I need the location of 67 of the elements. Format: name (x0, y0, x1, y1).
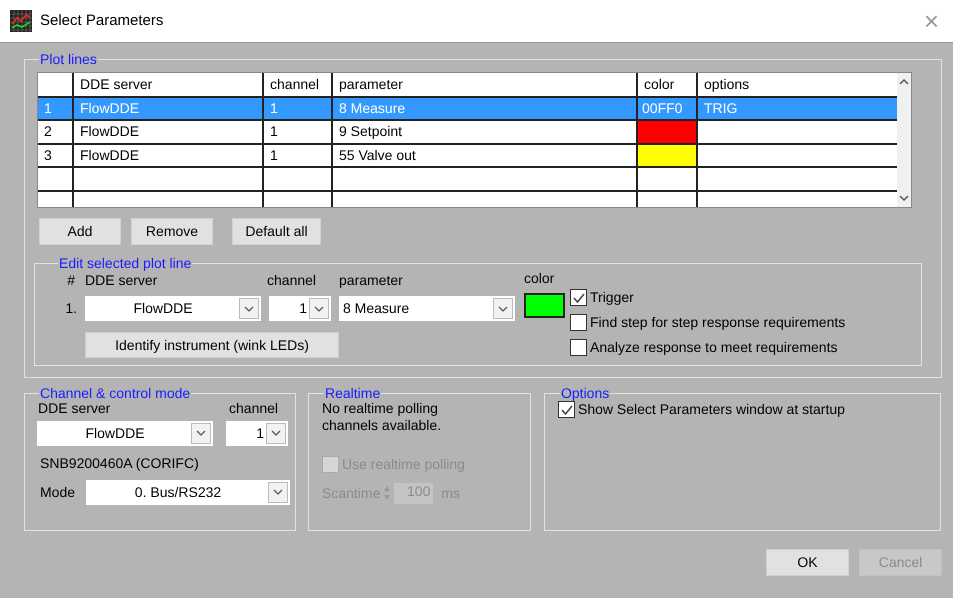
check-icon (572, 292, 584, 302)
table-cell: FlowDDE (73, 144, 263, 167)
group-title: Realtime (324, 386, 382, 400)
scantime-field: 100 (394, 482, 434, 504)
table-cell: 8 Measure (332, 96, 637, 120)
color-swatch[interactable] (524, 292, 565, 318)
spinner-arrows-icon (383, 485, 392, 502)
group-title: Options (560, 386, 610, 400)
server-dropdown[interactable]: FlowDDE (85, 296, 261, 322)
checkbox[interactable] (570, 339, 587, 356)
caret-icon (244, 306, 254, 312)
field-label: parameter (339, 272, 404, 288)
caret-icon (314, 306, 324, 312)
field-label: DDE server (37, 400, 112, 417)
instrument-label: SNB9200460A (CORIFC) (40, 454, 200, 472)
row-number: 1. (64, 300, 77, 318)
checkbox[interactable] (570, 314, 587, 331)
dialog-button: Cancel (859, 549, 942, 576)
table-cell: 1 (263, 144, 332, 167)
group-title: Edit selected plot line (58, 256, 192, 270)
table-cell: FlowDDE (73, 96, 263, 120)
table-row[interactable]: 2 FlowDDE 1 9 Setpoint (38, 120, 897, 144)
caret-icon (196, 430, 206, 436)
scroll-up-icon (899, 79, 909, 85)
channel-dropdown[interactable]: 1 (226, 420, 288, 446)
table-row[interactable]: 3 FlowDDE 1 55 Valve out (38, 144, 897, 167)
checkbox[interactable] (558, 401, 575, 418)
scrollbar[interactable] (897, 73, 911, 207)
field-label: Mode (40, 484, 76, 500)
field-label: channel (228, 400, 280, 417)
checkbox-label: Find step for step response requirements (590, 314, 846, 331)
table-cell: FlowDDE (73, 120, 263, 144)
table-cell: 9 Setpoint (332, 120, 637, 144)
table-cell: 3 (38, 144, 73, 167)
scroll-down-icon (899, 195, 909, 201)
button[interactable]: Remove (131, 218, 213, 245)
checkbox-label: Trigger (590, 289, 634, 306)
button[interactable]: Add (39, 218, 121, 245)
message-text: No realtime polling channels available. (322, 400, 442, 434)
checkbox[interactable] (570, 289, 587, 306)
table-cell: 1 (263, 120, 332, 144)
check-icon (560, 404, 572, 414)
channel-dropdown[interactable]: 1 (269, 296, 331, 322)
mode-dropdown[interactable]: 0. Bus/RS232 (86, 480, 290, 505)
table-cell: TRIG (697, 96, 897, 120)
caret-icon (271, 430, 281, 436)
window-title: Select Parameters (40, 12, 164, 30)
field-label: # (66, 272, 76, 288)
parameter-dropdown[interactable]: 8 Measure (339, 296, 515, 322)
field-label: channel (267, 272, 318, 288)
caret-icon (498, 306, 508, 312)
group-title: Plot lines (39, 52, 98, 66)
group-title: Channel & control mode (39, 386, 192, 400)
table-cell: 2 (38, 120, 73, 144)
caret-icon (273, 489, 283, 496)
field-label: DDE server (85, 272, 158, 288)
chart-icon (10, 10, 32, 32)
dialog-button[interactable]: OK (766, 549, 849, 576)
field-label: color (524, 270, 556, 287)
server-dropdown[interactable]: FlowDDE (37, 420, 213, 446)
identify-button[interactable]: Identify instrument (wink LEDs) (85, 332, 339, 358)
table-cell: 1 (263, 96, 332, 120)
table-cell: 55 Valve out (332, 144, 637, 167)
button[interactable]: Default all (232, 218, 321, 245)
table-cell: 00FF0 (637, 96, 697, 120)
checkbox-label: Show Select Parameters window at startup (578, 401, 845, 418)
checkbox-label: Analyze response to meet requirements (590, 339, 838, 356)
